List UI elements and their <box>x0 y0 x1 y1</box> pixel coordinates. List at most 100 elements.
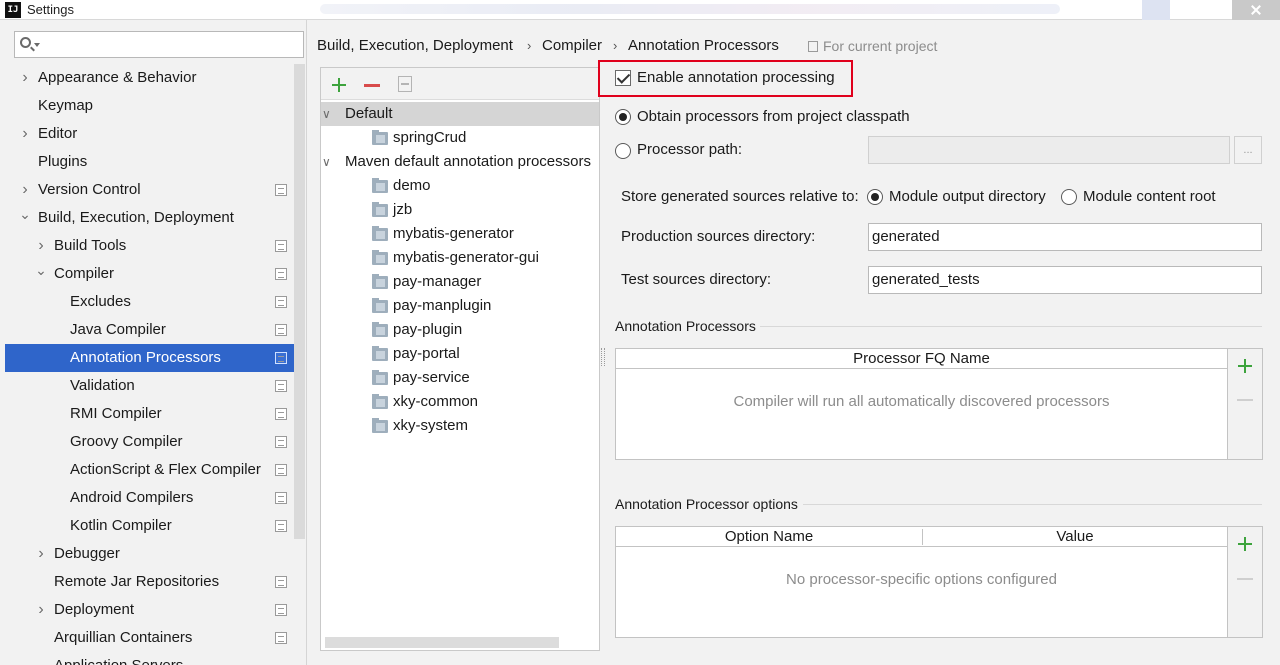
processor-path-radio[interactable] <box>615 143 631 159</box>
profile-module-pay-manplugin[interactable]: pay-manplugin <box>321 294 599 318</box>
close-button[interactable] <box>1232 0 1280 20</box>
test-sources-field[interactable]: generated_tests <box>868 266 1262 294</box>
sidebar-item-excludes[interactable]: Excludes <box>5 288 295 316</box>
sidebar-item-groovy-compiler[interactable]: Groovy Compiler <box>5 428 295 456</box>
processor-path-field[interactable] <box>868 136 1230 164</box>
profile-module-springcrud[interactable]: springCrud <box>321 126 599 150</box>
maximize-button[interactable] <box>1142 0 1170 20</box>
add-profile-icon[interactable] <box>332 78 346 92</box>
remove-profile-icon[interactable] <box>364 84 380 87</box>
chevron-down-icon[interactable]: ⌄ <box>18 200 32 228</box>
add-option-icon[interactable] <box>1238 537 1252 551</box>
sidebar-item-debugger[interactable]: › Debugger <box>5 540 295 568</box>
sidebar-item-version-control[interactable]: › Version Control <box>5 176 295 204</box>
move-to-profile-icon[interactable] <box>398 76 412 92</box>
remove-option-icon[interactable] <box>1237 578 1253 580</box>
sidebar-item-plugins[interactable]: Plugins <box>5 148 295 176</box>
sidebar-item-arquillian-containers[interactable]: Arquillian Containers <box>5 624 295 652</box>
search-icon <box>20 37 31 48</box>
profile-group-maven-default-annotation-processors[interactable]: ∨ Maven default annotation processors <box>321 150 599 174</box>
sidebar-item-label: Arquillian Containers <box>54 629 193 646</box>
processor-fq-name-column[interactable]: Processor FQ Name <box>616 349 1227 368</box>
enable-annotation-label[interactable]: Enable annotation processing <box>637 68 835 88</box>
module-folder-icon <box>372 394 388 409</box>
module-output-radio[interactable] <box>867 189 883 205</box>
remove-processor-icon[interactable] <box>1237 399 1253 401</box>
module-content-root-radio[interactable] <box>1061 189 1077 205</box>
breadcrumb-build-execution-deployment[interactable]: Build, Execution, Deployment <box>317 34 513 58</box>
options-empty-text: No processor-specific options configured <box>786 571 1057 588</box>
profile-module-jzb[interactable]: jzb <box>321 198 599 222</box>
group-divider <box>760 326 1262 327</box>
add-processor-icon[interactable] <box>1238 359 1252 373</box>
chevron-right-icon[interactable]: › <box>34 540 48 568</box>
enable-annotation-checkbox[interactable] <box>615 70 631 86</box>
profile-group-label: Maven default annotation processors <box>345 153 591 170</box>
module-content-root-label[interactable]: Module content root <box>1083 187 1216 207</box>
sidebar-scrollbar[interactable] <box>294 64 305 539</box>
sidebar-item-validation[interactable]: Validation <box>5 372 295 400</box>
processor-path-label[interactable]: Processor path: <box>637 140 742 160</box>
sidebar-item-label: RMI Compiler <box>70 405 162 422</box>
profile-module-xky-system[interactable]: xky-system <box>321 414 599 438</box>
profile-module-pay-portal[interactable]: pay-portal <box>321 342 599 366</box>
breadcrumb-separator: › <box>613 38 618 53</box>
options-table[interactable]: Option Name Value No processor-specific … <box>615 526 1263 638</box>
profile-module-mybatis-generator-gui[interactable]: mybatis-generator-gui <box>321 246 599 270</box>
sidebar-item-label: Editor <box>38 125 78 142</box>
project-settings-icon <box>275 352 287 364</box>
profiles-horizontal-scrollbar[interactable] <box>325 637 559 648</box>
sidebar-item-actionscript-flex-compiler[interactable]: ActionScript & Flex Compiler <box>5 456 295 484</box>
sidebar-item-editor[interactable]: › Editor <box>5 120 295 148</box>
project-settings-icon <box>275 464 287 476</box>
production-sources-field[interactable]: generated <box>868 223 1262 251</box>
sidebar-item-build-tools[interactable]: › Build Tools <box>5 232 295 260</box>
profile-module-mybatis-generator[interactable]: mybatis-generator <box>321 222 599 246</box>
project-settings-icon <box>275 380 287 392</box>
module-folder-icon <box>372 418 388 433</box>
search-history-dropdown-icon[interactable] <box>34 43 40 47</box>
processor-path-browse-button[interactable]: ... <box>1234 136 1262 164</box>
sidebar-item-annotation-processors[interactable]: Annotation Processors <box>5 344 305 372</box>
chevron-right-icon[interactable]: › <box>18 64 32 92</box>
breadcrumb-compiler[interactable]: Compiler <box>542 34 602 58</box>
profile-module-demo[interactable]: demo <box>321 174 599 198</box>
profile-module-pay-manager[interactable]: pay-manager <box>321 270 599 294</box>
profile-group-default[interactable]: ∨ Default <box>321 102 599 126</box>
value-column[interactable]: Value <box>923 527 1227 546</box>
project-settings-icon <box>275 520 287 532</box>
breadcrumb-separator: › <box>527 38 532 53</box>
sidebar-item-rmi-compiler[interactable]: RMI Compiler <box>5 400 295 428</box>
settings-sidebar: › Appearance & Behavior Keymap › Editor Plugi… <box>5 20 307 665</box>
module-folder-icon <box>372 226 388 241</box>
chevron-right-icon[interactable]: › <box>18 120 32 148</box>
sidebar-item-java-compiler[interactable]: Java Compiler <box>5 316 295 344</box>
sidebar-item-keymap[interactable]: Keymap <box>5 92 295 120</box>
sidebar-item-application-servers[interactable]: Application Servers <box>5 652 295 665</box>
sidebar-item-build-execution-deployment[interactable]: ⌄ Build, Execution, Deployment <box>5 204 295 232</box>
profile-module-pay-service[interactable]: pay-service <box>321 366 599 390</box>
sidebar-item-appearance-behavior[interactable]: › Appearance & Behavior <box>5 64 295 92</box>
sidebar-item-kotlin-compiler[interactable]: Kotlin Compiler <box>5 512 295 540</box>
chevron-down-icon[interactable]: ∨ <box>322 102 331 126</box>
project-settings-icon <box>275 576 287 588</box>
profile-module-xky-common[interactable]: xky-common <box>321 390 599 414</box>
module-output-label[interactable]: Module output directory <box>889 187 1046 207</box>
chevron-down-icon[interactable]: ∨ <box>322 150 331 174</box>
splitter-handle[interactable] <box>601 348 605 366</box>
chevron-down-icon[interactable]: ⌄ <box>34 256 48 284</box>
option-name-column[interactable]: Option Name <box>616 527 922 546</box>
project-settings-icon <box>275 296 287 308</box>
sidebar-item-remote-jar-repositories[interactable]: Remote Jar Repositories <box>5 568 295 596</box>
module-folder-icon <box>372 274 388 289</box>
settings-search-input[interactable] <box>14 31 304 58</box>
sidebar-item-deployment[interactable]: › Deployment <box>5 596 295 624</box>
sidebar-item-label: Version Control <box>38 181 141 198</box>
obtain-from-classpath-label[interactable]: Obtain processors from project classpath <box>637 107 910 127</box>
processors-table[interactable]: Processor FQ Name Compiler will run all … <box>615 348 1263 460</box>
chevron-right-icon[interactable]: › <box>34 596 48 624</box>
sidebar-item-android-compilers[interactable]: Android Compilers <box>5 484 295 512</box>
sidebar-item-compiler[interactable]: ⌄ Compiler <box>5 260 295 288</box>
obtain-from-classpath-radio[interactable] <box>615 109 631 125</box>
profile-module-pay-plugin[interactable]: pay-plugin <box>321 318 599 342</box>
